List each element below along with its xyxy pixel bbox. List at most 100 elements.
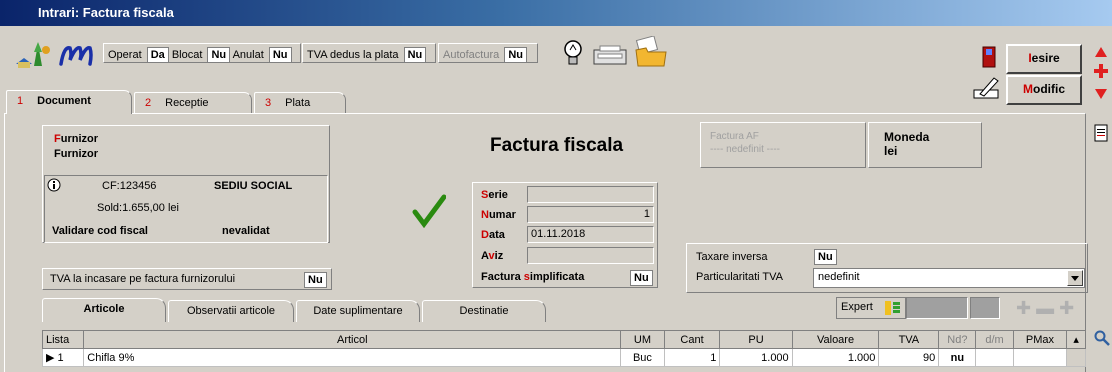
arrow-down-icon[interactable]: [1094, 88, 1108, 100]
exit-door-icon[interactable]: [982, 46, 996, 68]
supplier-cf: CF:123456: [102, 180, 157, 192]
tab-label: Receptie: [165, 97, 209, 109]
search-icon[interactable]: [1094, 330, 1110, 346]
moneda-label: Moneda: [884, 130, 930, 144]
scroll-up-icon[interactable]: ▴: [1066, 330, 1086, 349]
supplier-sold: Sold:1.655,00 lei: [97, 202, 179, 214]
operat-value[interactable]: Da: [146, 47, 169, 63]
row-cant[interactable]: 1: [663, 348, 721, 367]
row-lista[interactable]: ▶ 1: [42, 348, 85, 367]
add-row-icon[interactable]: ✚: [1016, 298, 1031, 318]
col-articol[interactable]: Articol: [83, 330, 622, 349]
col-um[interactable]: UM: [620, 330, 665, 349]
scrollbar[interactable]: [1066, 348, 1086, 367]
supplier-label: Furnizor: [54, 133, 99, 145]
serie-input[interactable]: [527, 186, 654, 203]
remove-row-icon[interactable]: ▬: [1036, 298, 1054, 318]
tree-icon: [885, 301, 900, 315]
particularitati-select[interactable]: nedefinit: [813, 268, 1085, 288]
window-title: Intrari: Factura fiscala: [0, 0, 1112, 26]
tab-plata[interactable]: 3 Plata: [254, 92, 346, 114]
aviz-input[interactable]: [527, 247, 654, 264]
expert-toggle[interactable]: Expert: [836, 297, 906, 319]
numar-label: Numar: [481, 209, 516, 221]
modific-button[interactable]: Modific: [1006, 75, 1082, 105]
col-cant[interactable]: Cant: [663, 330, 721, 349]
data-input[interactable]: 01.11.2018: [527, 226, 654, 243]
grid-header: Lista Articol UM Cant PU Valoare TVA Nd?…: [42, 330, 1086, 349]
status-flags: Operat Da Blocat Nu Anulat Nu: [103, 43, 301, 63]
table-row[interactable]: ▶ 1 Chifla 9% Buc 1 1.000 1.000 90 nu: [42, 348, 1086, 367]
tva-dedus-label: TVA dedus la plata: [307, 49, 399, 61]
factura-af-label: Factura AF: [710, 131, 759, 142]
tab-number: 2: [145, 97, 152, 109]
autofactura-label: Autofactura: [443, 49, 500, 61]
tab-date-suplimentare[interactable]: Date suplimentare: [296, 300, 420, 322]
modific-label: odific: [1033, 82, 1065, 96]
col-pu[interactable]: PU: [719, 330, 793, 349]
autofactura-value[interactable]: Nu: [504, 47, 527, 63]
supplier-sediu: SEDIU SOCIAL: [214, 180, 293, 192]
aviz-label: Aviz: [481, 250, 504, 262]
home-icon[interactable]: [14, 38, 52, 70]
row-pmax[interactable]: [1012, 348, 1068, 367]
row-um[interactable]: Buc: [620, 348, 665, 367]
tva-dedus-value[interactable]: Nu: [403, 47, 427, 63]
col-lista[interactable]: Lista: [42, 330, 85, 349]
tab-articole[interactable]: Articole: [42, 298, 166, 322]
tab-label: Document: [37, 95, 91, 107]
moneda-value: lei: [884, 144, 898, 158]
checkmark-icon: [412, 194, 447, 229]
lightbulb-icon[interactable]: [562, 38, 584, 68]
operat-label: Operat: [108, 49, 142, 61]
tva-dedus-flag: TVA dedus la plata Nu: [302, 43, 436, 63]
anulat-label: Anulat: [232, 49, 264, 61]
tab-receptie[interactable]: 2 Receptie: [134, 92, 252, 114]
row-pu[interactable]: 1.000: [719, 348, 793, 367]
validare-label: Validare cod fiscal: [52, 225, 148, 237]
col-nd[interactable]: Nd?: [938, 330, 977, 349]
col-valoare[interactable]: Valoare: [791, 330, 880, 349]
tva-incasare-value[interactable]: Nu: [304, 272, 327, 288]
anulat-value[interactable]: Nu: [268, 47, 292, 63]
factura-af-value: ---- nedefinit ----: [710, 144, 781, 155]
document-icon[interactable]: [1094, 124, 1108, 142]
blocat-label: Blocat: [171, 49, 203, 61]
expert-label: Expert: [841, 301, 873, 313]
iesire-button[interactable]: Iesire: [1006, 44, 1082, 74]
tab-observatii[interactable]: Observatii articole: [168, 300, 294, 322]
chevron-down-icon[interactable]: [1067, 270, 1083, 286]
info-icon[interactable]: [47, 178, 61, 192]
row-nd[interactable]: nu: [938, 348, 977, 367]
taxare-value[interactable]: Nu: [814, 249, 837, 265]
printer-icon[interactable]: [592, 44, 628, 68]
col-tva[interactable]: TVA: [878, 330, 940, 349]
row-valoare[interactable]: 1.000: [791, 348, 880, 367]
row-pointer-icon: ▶: [46, 352, 55, 364]
expert-bar-2: [970, 297, 1000, 319]
tab-number: 3: [265, 97, 272, 109]
folder-icon[interactable]: [634, 35, 668, 68]
tva-incasare-label: TVA la incasare pe factura furnizorului: [50, 273, 236, 285]
col-pmax[interactable]: PMax: [1012, 330, 1068, 349]
arrow-up-icon[interactable]: [1094, 46, 1108, 58]
numar-input[interactable]: 1: [527, 206, 654, 223]
particularitati-value: nedefinit: [818, 271, 860, 283]
plus-icon[interactable]: [1094, 64, 1108, 78]
col-dm[interactable]: d/m: [975, 330, 1014, 349]
expert-bar: [906, 297, 968, 319]
edit-pen-icon[interactable]: [972, 76, 1002, 100]
row-tva[interactable]: 90: [878, 348, 940, 367]
articles-grid: Lista Articol UM Cant PU Valoare TVA Nd?…: [42, 330, 1086, 372]
tab-destinatie[interactable]: Destinatie: [422, 300, 546, 322]
tab-document[interactable]: 1 Document: [6, 90, 132, 114]
m-logo-icon[interactable]: [58, 40, 98, 68]
tab-label: Plata: [285, 97, 311, 109]
row-dm[interactable]: [975, 348, 1014, 367]
serie-label: Serie: [481, 189, 508, 201]
add-sub-icon[interactable]: ✚: [1059, 298, 1074, 318]
iesire-label: esire: [1031, 51, 1060, 65]
blocat-value[interactable]: Nu: [207, 47, 231, 63]
row-articol[interactable]: Chifla 9%: [83, 348, 622, 367]
simplificata-value[interactable]: Nu: [630, 270, 653, 286]
